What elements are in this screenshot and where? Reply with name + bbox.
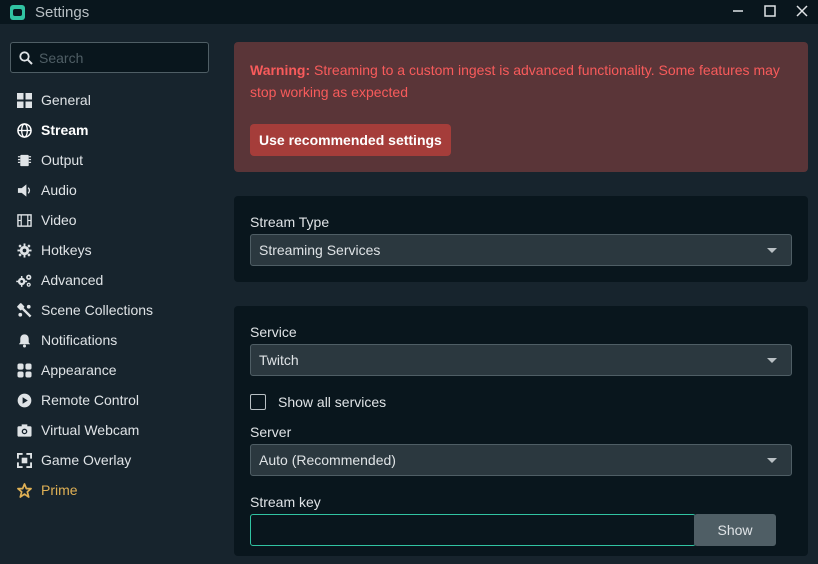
sidebar-item-label: Remote Control <box>41 392 140 408</box>
stream-type-value: Streaming Services <box>259 242 381 258</box>
paint-icon <box>16 302 33 319</box>
sidebar-item-stream[interactable]: Stream <box>0 115 218 145</box>
sidebar-nav: General Stream Output Audio Video Hotkey… <box>0 85 218 505</box>
sidebar-item-label: Advanced <box>41 272 104 288</box>
sidebar-item-prime[interactable]: Prime <box>0 475 218 505</box>
sidebar-item-audio[interactable]: Audio <box>0 175 218 205</box>
globe-icon <box>16 122 33 139</box>
sidebar-item-output[interactable]: Output <box>0 145 218 175</box>
sidebar-item-remote-control[interactable]: Remote Control <box>0 385 218 415</box>
close-button[interactable] <box>786 0 818 22</box>
grid-icon <box>16 92 33 109</box>
sidebar-item-notifications[interactable]: Notifications <box>0 325 218 355</box>
service-select[interactable]: Twitch <box>250 344 792 376</box>
bell-icon <box>16 332 33 349</box>
search-icon <box>19 50 33 65</box>
gears-icon <box>16 272 33 289</box>
layout-icon <box>16 362 33 379</box>
window-controls <box>722 0 818 24</box>
search-box[interactable] <box>10 42 209 73</box>
sidebar-item-game-overlay[interactable]: Game Overlay <box>0 445 218 475</box>
close-icon <box>796 5 808 17</box>
sidebar-item-label: Video <box>41 212 77 228</box>
show-stream-key-button[interactable]: Show <box>694 514 776 546</box>
server-label: Server <box>250 424 292 440</box>
stream-type-select[interactable]: Streaming Services <box>250 234 792 266</box>
sidebar-item-label: Appearance <box>41 362 117 378</box>
maximize-icon <box>764 5 776 17</box>
play-circle-icon <box>16 392 33 409</box>
sidebar-item-label: Output <box>41 152 84 168</box>
minimize-button[interactable] <box>722 0 754 22</box>
title-bar: Settings <box>0 0 818 24</box>
warning-banner: Warning: Streaming to a custom ingest is… <box>234 42 808 172</box>
sidebar-item-label: Prime <box>41 482 78 498</box>
search-input[interactable] <box>39 49 189 66</box>
sidebar-item-label: Audio <box>41 182 77 198</box>
stream-key-input[interactable] <box>250 514 696 546</box>
chip-icon <box>16 152 33 169</box>
show-all-services-row[interactable]: Show all services <box>250 394 386 410</box>
star-icon <box>16 482 33 499</box>
settings-sidebar: General Stream Output Audio Video <box>0 24 218 564</box>
sidebar-item-label: Scene Collections <box>41 302 154 318</box>
sidebar-item-advanced[interactable]: Advanced <box>0 265 218 295</box>
show-all-services-label: Show all services <box>278 394 387 410</box>
chevron-down-icon <box>767 248 777 253</box>
sidebar-item-label: Game Overlay <box>41 452 132 468</box>
sidebar-item-label: Hotkeys <box>41 242 92 258</box>
gear-icon <box>16 242 33 259</box>
stream-type-card: Stream Type Streaming Services <box>234 196 808 282</box>
app-logo-icon <box>10 4 25 20</box>
sidebar-item-general[interactable]: General <box>0 85 218 115</box>
service-label: Service <box>250 324 297 340</box>
use-recommended-settings-button[interactable]: Use recommended settings <box>250 124 451 156</box>
sidebar-item-label: Notifications <box>41 332 118 348</box>
expand-icon <box>16 452 33 469</box>
service-card: Service Twitch Show all services Server … <box>234 306 808 556</box>
sidebar-item-virtual-webcam[interactable]: Virtual Webcam <box>0 415 218 445</box>
stream-key-label: Stream key <box>250 494 321 510</box>
chevron-down-icon <box>767 458 777 463</box>
warning-body: Streaming to a custom ingest is advanced… <box>250 62 780 100</box>
sidebar-item-label: Stream <box>41 122 89 138</box>
settings-content: Warning: Streaming to a custom ingest is… <box>218 24 818 564</box>
show-all-services-checkbox[interactable] <box>250 394 266 410</box>
speaker-icon <box>16 182 33 199</box>
sidebar-item-label: Virtual Webcam <box>41 422 140 438</box>
window-title: Settings <box>35 3 90 21</box>
server-value: Auto (Recommended) <box>259 452 396 468</box>
sidebar-item-video[interactable]: Video <box>0 205 218 235</box>
server-select[interactable]: Auto (Recommended) <box>250 444 792 476</box>
chevron-down-icon <box>767 358 777 363</box>
stream-type-label: Stream Type <box>250 214 330 230</box>
sidebar-item-scene-collections[interactable]: Scene Collections <box>0 295 218 325</box>
film-icon <box>16 212 33 229</box>
sidebar-item-hotkeys[interactable]: Hotkeys <box>0 235 218 265</box>
camera-icon <box>16 422 33 439</box>
warning-message: Warning: Streaming to a custom ingest is… <box>250 59 795 103</box>
service-value: Twitch <box>259 352 299 368</box>
sidebar-item-label: General <box>41 92 91 108</box>
maximize-button[interactable] <box>754 0 786 22</box>
sidebar-item-appearance[interactable]: Appearance <box>0 355 218 385</box>
minimize-icon <box>733 10 743 12</box>
warning-prefix: Warning: <box>250 62 311 78</box>
